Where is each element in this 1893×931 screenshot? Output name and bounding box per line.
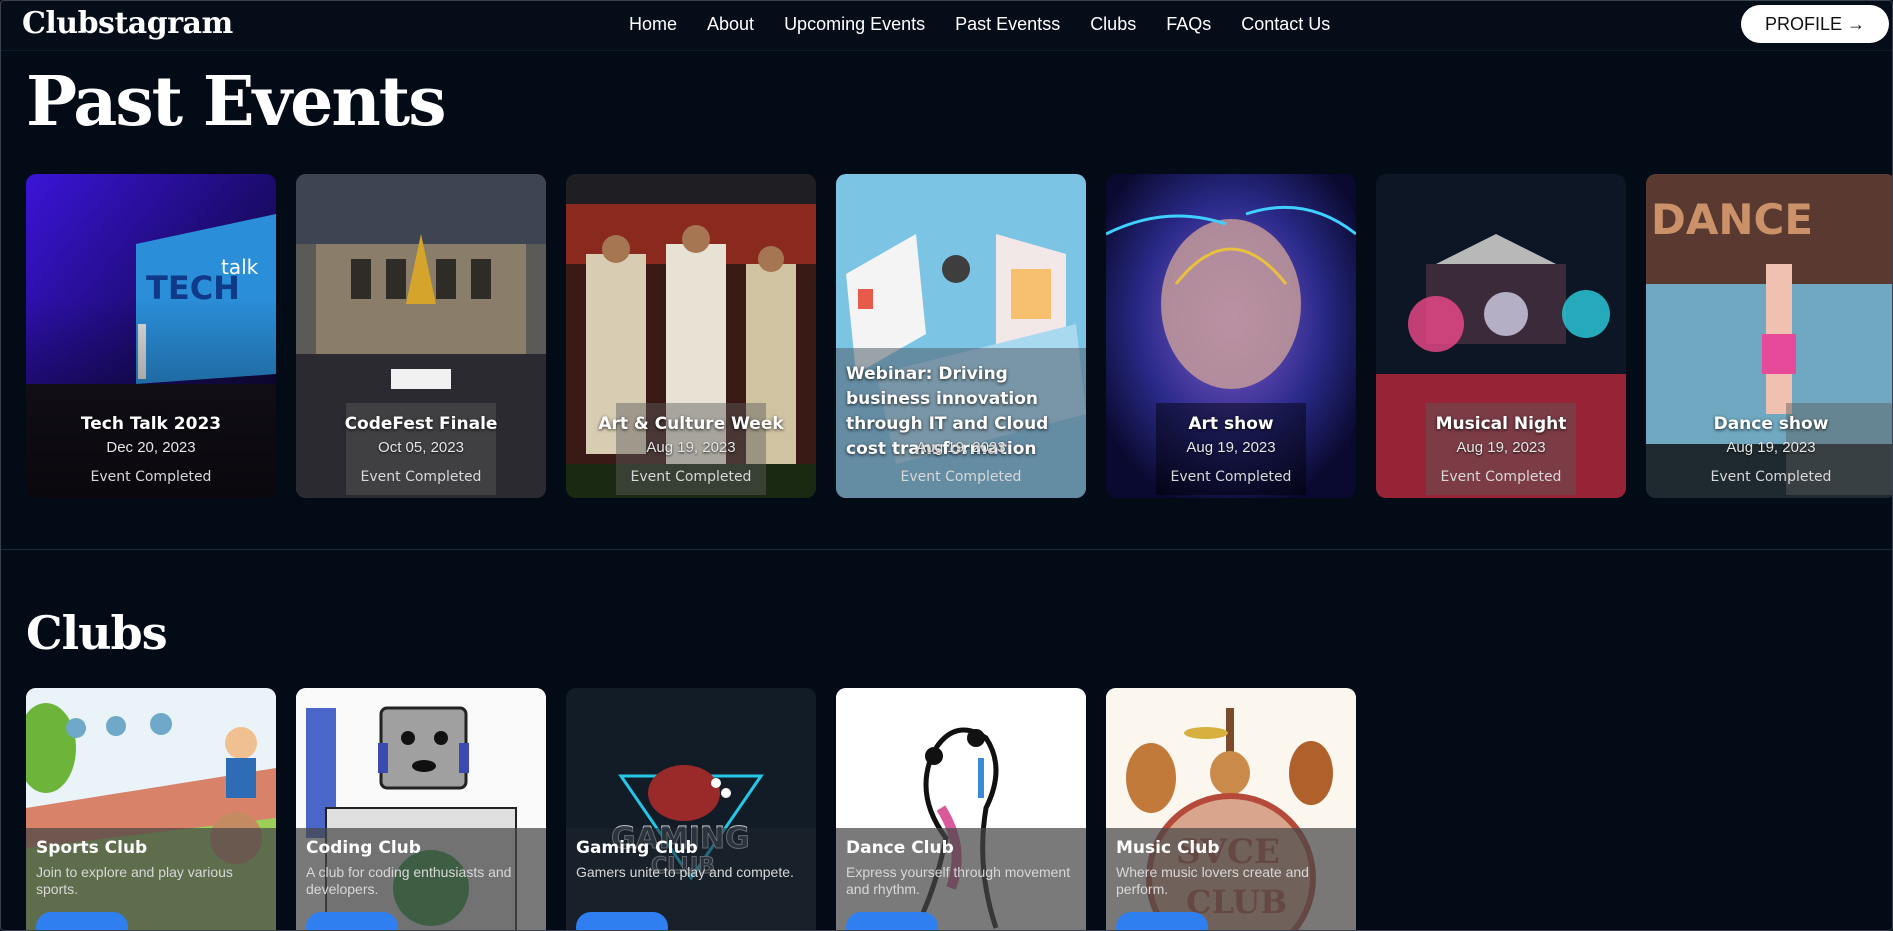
event-overlay — [26, 298, 276, 498]
club-name: Dance Club — [846, 838, 954, 858]
navbar: Clubstagram Home About Upcoming Events P… — [0, 0, 1893, 51]
clubs-list: Sports Club Join to explore and play var… — [26, 688, 1426, 931]
join-button[interactable] — [846, 912, 938, 931]
event-title: Tech Talk 2023 — [80, 414, 222, 434]
event-date: Aug 19, 2023 — [916, 439, 1006, 456]
event-status: Event Completed — [1710, 469, 1832, 485]
club-card[interactable]: Sports Club Join to explore and play var… — [26, 688, 276, 931]
nav-link-home[interactable]: Home — [629, 14, 677, 35]
club-card[interactable]: SVCE CLUB Music Club Where music lovers … — [1106, 688, 1356, 931]
club-name: Music Club — [1116, 838, 1220, 858]
club-info-panel: Sports Club Join to explore and play var… — [26, 828, 276, 931]
event-status: Event Completed — [360, 469, 482, 485]
past-events-carousel[interactable]: TECH talk Tech Talk 2023 Dec 20, 2023 Ev… — [26, 174, 1893, 499]
event-title: Art show — [1188, 414, 1274, 434]
nav-link-contact-us[interactable]: Contact Us — [1241, 14, 1330, 35]
nav-link-faqs[interactable]: FAQs — [1166, 14, 1211, 35]
brand-logo[interactable]: Clubstagram — [22, 6, 233, 41]
event-title: Musical Night — [1435, 414, 1567, 434]
event-card[interactable]: DANCE Dance show Aug 19, 2023 Event Comp… — [1646, 174, 1893, 498]
nav-link-about[interactable]: About — [707, 14, 754, 35]
event-date: Aug 19, 2023 — [1456, 439, 1546, 456]
event-status: Event Completed — [630, 469, 752, 485]
club-description: A club for coding enthusiasts and develo… — [306, 864, 512, 897]
nav-link-past-events[interactable]: Past Eventss — [955, 14, 1060, 35]
section-divider — [0, 549, 1893, 550]
club-name: Sports Club — [36, 838, 148, 858]
event-card[interactable]: Art show Aug 19, 2023 Event Completed — [1106, 174, 1356, 498]
event-title: Art & Culture Week — [598, 414, 784, 434]
event-card[interactable]: CodeFest Finale Oct 05, 2023 Event Compl… — [296, 174, 546, 498]
past-events-heading: Past Events — [26, 62, 446, 142]
club-info-panel: Dance Club Express yourself through move… — [836, 828, 1086, 931]
event-date: Aug 19, 2023 — [1726, 439, 1816, 456]
join-button[interactable] — [1116, 912, 1208, 931]
event-card[interactable]: TECH talk Tech Talk 2023 Dec 20, 2023 Ev… — [26, 174, 276, 498]
event-title: CodeFest Finale — [344, 414, 498, 434]
nav-links: Home About Upcoming Events Past Eventss … — [629, 14, 1360, 35]
event-card[interactable]: Webinar: Driving business innovation thr… — [836, 174, 1086, 498]
event-status: Event Completed — [90, 469, 212, 485]
event-status: Event Completed — [900, 469, 1022, 485]
clubs-heading: Clubs — [26, 606, 168, 660]
club-description: Where music lovers create and perform. — [1116, 864, 1309, 897]
club-info-panel: Coding Club A club for coding enthusiast… — [296, 828, 546, 931]
join-button[interactable] — [576, 912, 668, 931]
club-name: Gaming Club — [576, 838, 698, 858]
svg-text:DANCE: DANCE — [1651, 195, 1813, 244]
club-description: Gamers unite to play and compete. — [576, 864, 794, 880]
nav-link-upcoming-events[interactable]: Upcoming Events — [784, 14, 925, 35]
nav-link-clubs[interactable]: Clubs — [1090, 14, 1136, 35]
event-date: Aug 19, 2023 — [1186, 439, 1276, 456]
club-info-panel: Music Club Where music lovers create and… — [1106, 828, 1356, 931]
profile-button[interactable]: PROFILE → — [1741, 5, 1889, 43]
join-button[interactable] — [306, 912, 398, 931]
svg-text:talk: talk — [221, 255, 259, 279]
event-card[interactable]: Art & Culture Week Aug 19, 2023 Event Co… — [566, 174, 816, 498]
club-card[interactable]: GAMING CLUB Gaming Club Gamers unite to … — [566, 688, 816, 931]
club-description: Express yourself through movement and rh… — [846, 864, 1071, 897]
event-status: Event Completed — [1170, 469, 1292, 485]
club-info-panel: Gaming Club Gamers unite to play and com… — [566, 828, 816, 931]
club-description: Join to explore and play various sports. — [36, 864, 233, 897]
event-date: Dec 20, 2023 — [106, 439, 196, 456]
join-button[interactable] — [36, 912, 128, 931]
event-card[interactable]: Musical Night Aug 19, 2023 Event Complet… — [1376, 174, 1626, 498]
club-card[interactable]: Dance Club Express yourself through move… — [836, 688, 1086, 931]
event-title: Dance show — [1713, 414, 1829, 434]
club-name: Coding Club — [306, 838, 421, 858]
event-status: Event Completed — [1440, 469, 1562, 485]
club-card[interactable]: Coding Club A club for coding enthusiast… — [296, 688, 546, 931]
event-date: Oct 05, 2023 — [378, 439, 464, 456]
event-date: Aug 19, 2023 — [646, 439, 736, 456]
